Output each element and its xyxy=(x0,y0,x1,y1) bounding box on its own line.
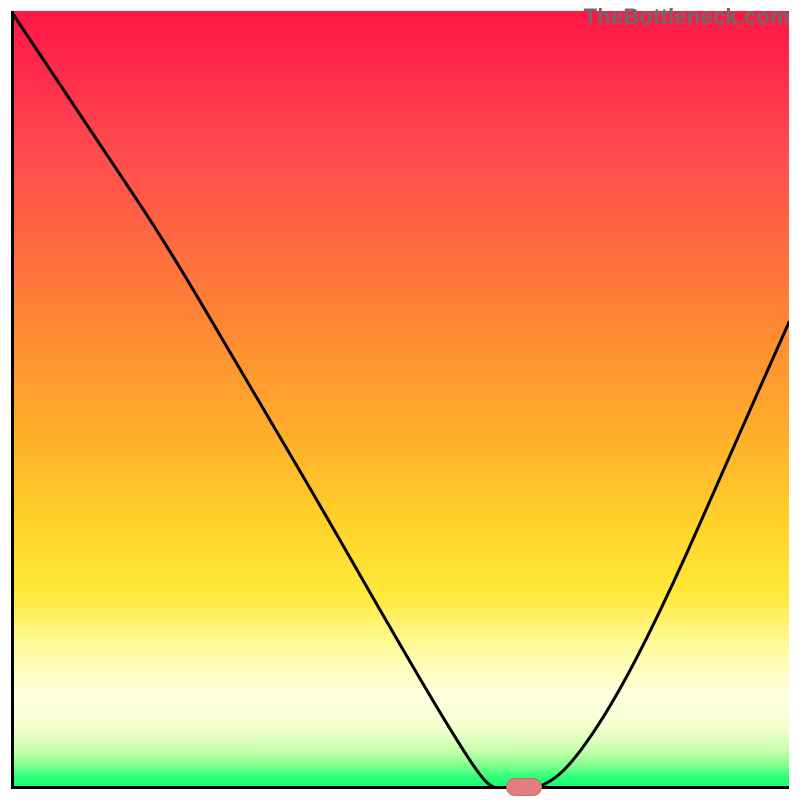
plot-area xyxy=(11,11,789,789)
gradient-background xyxy=(11,11,789,789)
watermark-text: TheBottleneck.com xyxy=(584,4,790,30)
optimal-marker xyxy=(506,778,542,796)
bottleneck-chart: TheBottleneck.com xyxy=(0,0,800,800)
